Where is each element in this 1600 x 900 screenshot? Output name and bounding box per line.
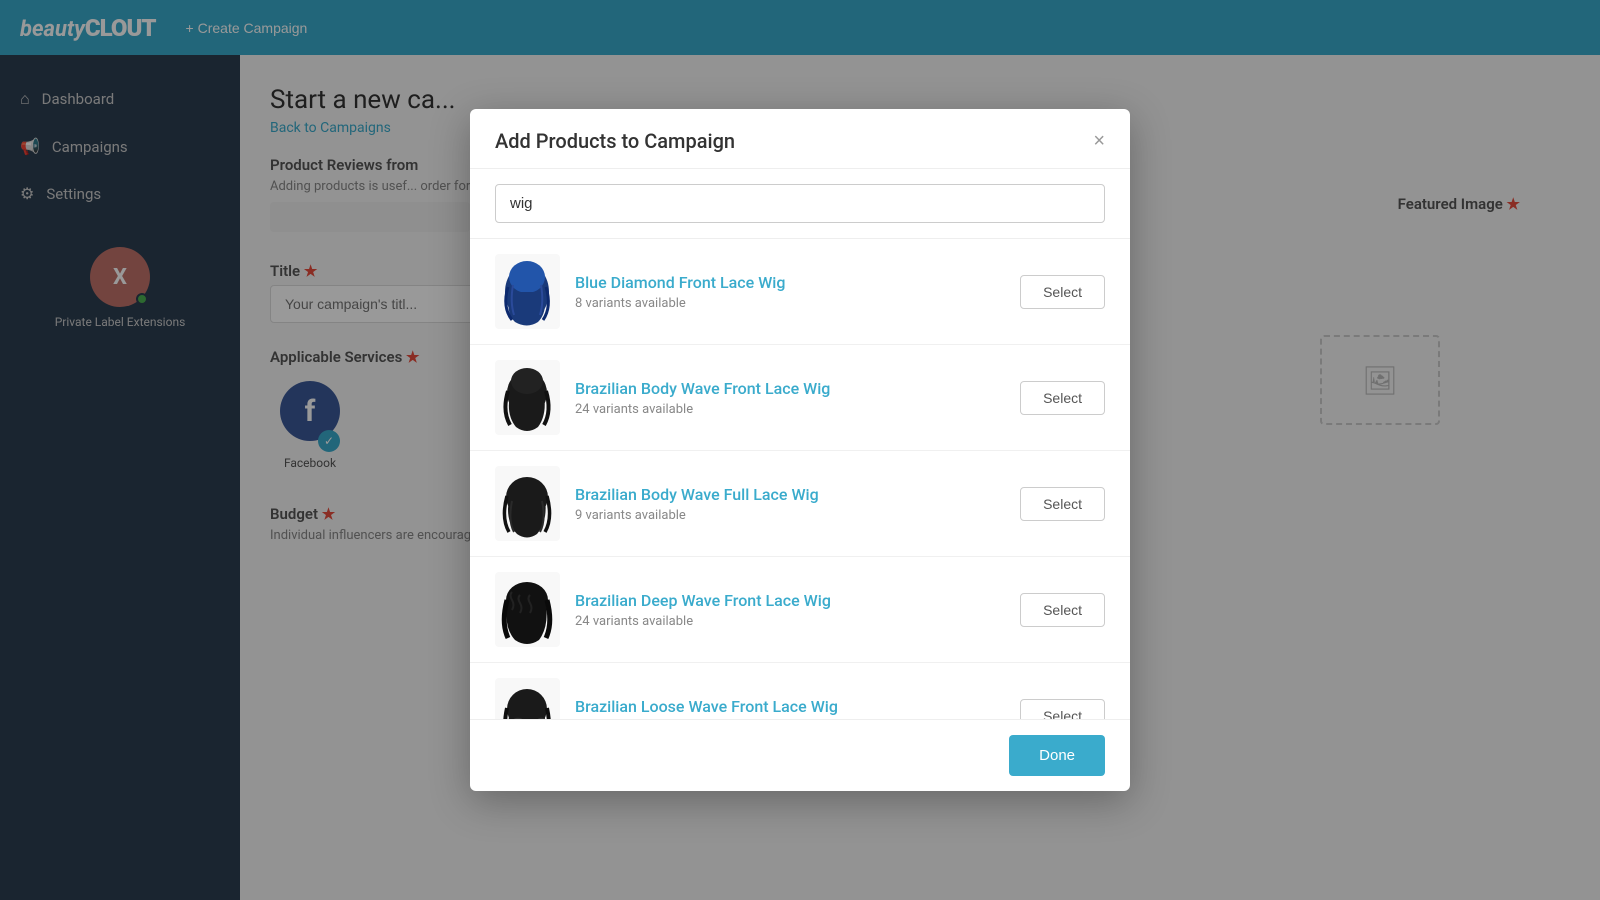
product-name-2: Brazilian Body Wave Front Lace Wig	[575, 379, 1005, 398]
product-name-3: Brazilian Body Wave Full Lace Wig	[575, 485, 1005, 504]
product-variants-4: 24 variants available	[575, 614, 1005, 629]
product-item-4: Brazilian Deep Wave Front Lace Wig 24 va…	[470, 557, 1130, 663]
add-products-modal: Add Products to Campaign × Blue Diamond …	[470, 109, 1130, 791]
select-button-1[interactable]: Select	[1020, 275, 1105, 309]
product-info-5: Brazilian Loose Wave Front Lace Wig 16 v…	[575, 697, 1005, 720]
product-image-3	[495, 466, 560, 541]
product-item-1: Blue Diamond Front Lace Wig 8 variants a…	[470, 239, 1130, 345]
product-name-5: Brazilian Loose Wave Front Lace Wig	[575, 697, 1005, 716]
product-image-4	[495, 572, 560, 647]
product-variants-1: 8 variants available	[575, 296, 1005, 311]
select-button-3[interactable]: Select	[1020, 487, 1105, 521]
product-info-4: Brazilian Deep Wave Front Lace Wig 24 va…	[575, 591, 1005, 629]
products-list: Blue Diamond Front Lace Wig 8 variants a…	[470, 239, 1130, 719]
product-search-input[interactable]	[495, 184, 1105, 223]
product-item-5: Brazilian Loose Wave Front Lace Wig 16 v…	[470, 663, 1130, 719]
product-item-3: Brazilian Body Wave Full Lace Wig 9 vari…	[470, 451, 1130, 557]
product-variants-3: 9 variants available	[575, 508, 1005, 523]
product-info-1: Blue Diamond Front Lace Wig 8 variants a…	[575, 273, 1005, 311]
product-info-2: Brazilian Body Wave Front Lace Wig 24 va…	[575, 379, 1005, 417]
product-image-2	[495, 360, 560, 435]
product-image-1	[495, 254, 560, 329]
product-variants-2: 24 variants available	[575, 402, 1005, 417]
modal-title: Add Products to Campaign	[495, 129, 735, 153]
product-name-1: Blue Diamond Front Lace Wig	[575, 273, 1005, 292]
product-info-3: Brazilian Body Wave Full Lace Wig 9 vari…	[575, 485, 1005, 523]
select-button-4[interactable]: Select	[1020, 593, 1105, 627]
modal-header: Add Products to Campaign ×	[470, 109, 1130, 169]
modal-search-section	[470, 169, 1130, 239]
select-button-2[interactable]: Select	[1020, 381, 1105, 415]
product-item-2: Brazilian Body Wave Front Lace Wig 24 va…	[470, 345, 1130, 451]
select-button-5[interactable]: Select	[1020, 699, 1105, 720]
product-image-5	[495, 678, 560, 719]
modal-footer: Done	[470, 719, 1130, 791]
modal-close-button[interactable]: ×	[1093, 131, 1105, 151]
product-name-4: Brazilian Deep Wave Front Lace Wig	[575, 591, 1005, 610]
done-button[interactable]: Done	[1009, 735, 1105, 776]
